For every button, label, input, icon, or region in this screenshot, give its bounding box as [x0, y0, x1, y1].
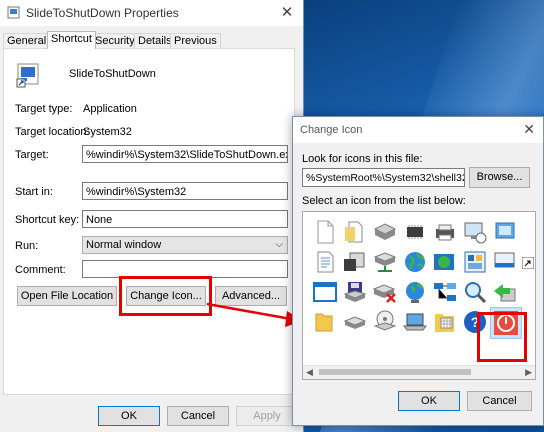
close-icon[interactable]: ✕ [523, 121, 535, 138]
window-icon[interactable] [312, 279, 338, 305]
change-icon-dialog: Change Icon ✕ Look for icons in this fil… [292, 116, 544, 426]
open-file-location-button[interactable]: Open File Location [17, 286, 117, 306]
change-icon-cancel-button[interactable]: Cancel [467, 391, 532, 411]
run-label: Run: [15, 240, 39, 252]
scroll-right-icon[interactable]: ▶ [525, 366, 532, 379]
comment-label: Comment: [15, 264, 66, 276]
properties-titlebar: SlideToShutDown Properties ✕ [0, 0, 303, 26]
target-field[interactable]: %windir%\System32\SlideToShutDown.exe [82, 145, 288, 163]
monitor-icon[interactable] [462, 219, 488, 245]
shortcut-name: SlideToShutDown [69, 68, 156, 80]
network-icon[interactable] [432, 279, 458, 305]
back-arrow-icon[interactable] [492, 279, 518, 305]
close-icon[interactable]: ✕ [277, 3, 297, 23]
shortcut-file-icon [7, 6, 20, 19]
printer-icon[interactable] [432, 219, 458, 245]
shortcut-arrow-icon[interactable] [522, 257, 534, 269]
target-location-label: Target location: [15, 126, 90, 138]
text-document-icon[interactable] [312, 249, 338, 275]
laptop-icon[interactable] [402, 309, 428, 335]
globe-network-icon[interactable] [402, 279, 428, 305]
folder-icon[interactable] [312, 309, 338, 335]
change-icon-titlebar: Change Icon ✕ [293, 117, 543, 143]
hard-drive-icon[interactable] [372, 219, 398, 245]
floppy-drive-icon[interactable] [342, 279, 368, 305]
target-type-label: Target type: [15, 103, 73, 115]
shortcut-key-field[interactable]: None [82, 210, 288, 228]
network-globe-icon[interactable] [432, 249, 458, 275]
control-panel-icon[interactable] [462, 249, 488, 275]
ok-button[interactable]: OK [98, 406, 160, 426]
app-shortcut-icon [16, 63, 39, 88]
folder-grid-icon[interactable] [432, 309, 458, 335]
shortcut-panel: SlideToShutDown Target type: Application… [3, 48, 295, 395]
tab-shortcut[interactable]: Shortcut [47, 31, 96, 49]
properties-window: SlideToShutDown Properties ✕ General Sho… [0, 0, 304, 432]
target-location-value: System32 [83, 126, 132, 138]
chip-icon[interactable] [402, 219, 428, 245]
change-icon-highlight [119, 276, 212, 316]
network-drive-icon[interactable] [372, 249, 398, 275]
disconnected-drive-icon[interactable] [372, 279, 398, 305]
properties-title: SlideToShutDown Properties [26, 6, 179, 20]
start-in-field[interactable]: %windir%\System32 [82, 182, 288, 200]
chevron-down-icon: ⌵ [275, 239, 283, 250]
look-for-icons-label: Look for icons in this file: [302, 153, 423, 165]
icon-list-scrollbar[interactable]: ◀ ▶ [303, 365, 535, 379]
tab-security[interactable]: Security [91, 33, 139, 49]
scroll-left-icon[interactable]: ◀ [306, 366, 313, 379]
shortcut-key-label: Shortcut key: [15, 214, 80, 226]
browse-button[interactable]: Browse... [469, 167, 530, 188]
globe-icon[interactable] [402, 249, 428, 275]
icon-file-field[interactable]: %SystemRoot%\System32\shell32.dll [302, 168, 465, 187]
target-type-value: Application [83, 103, 137, 115]
run-select-value: Normal window [86, 239, 162, 251]
scrollbar-thumb[interactable] [319, 369, 471, 375]
apply-button[interactable]: Apply [236, 406, 298, 426]
start-in-label: Start in: [15, 186, 53, 198]
change-icon-title: Change Icon [300, 124, 363, 136]
search-icon[interactable] [462, 279, 488, 305]
cd-drive-icon[interactable] [372, 309, 398, 335]
application-window-icon[interactable] [342, 249, 368, 275]
change-icon-ok-button[interactable]: OK [398, 391, 460, 411]
taskbar-icon[interactable] [492, 249, 518, 275]
red-arrow-annotation [206, 302, 303, 327]
run-select[interactable]: Normal window ⌵ [82, 236, 288, 254]
target-label: Target: [15, 149, 49, 161]
selected-icon-highlight [477, 312, 527, 362]
cancel-button[interactable]: Cancel [167, 406, 229, 426]
drive-icon[interactable] [342, 309, 368, 335]
document-page-icon[interactable] [342, 219, 368, 245]
select-icon-label: Select an icon from the list below: [302, 195, 466, 207]
tab-general[interactable]: General [3, 33, 51, 49]
tab-previous-versions[interactable]: Previous Versions [170, 33, 221, 62]
network-drive-icon[interactable] [492, 219, 518, 245]
blank-document-icon[interactable] [312, 219, 338, 245]
